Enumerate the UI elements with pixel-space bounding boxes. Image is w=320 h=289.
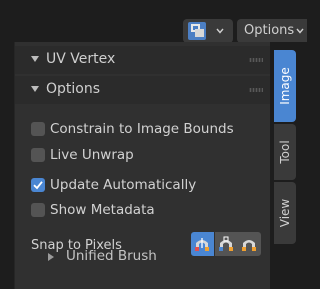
- expand-triangle-icon: [31, 86, 39, 92]
- expand-triangle-icon: [31, 56, 39, 62]
- checkbox-constrain-to-image-bounds[interactable]: Constrain to Image Bounds: [31, 120, 261, 140]
- checkbox-update-automatically[interactable]: Update Automatically: [31, 176, 261, 196]
- tab-image[interactable]: Image: [274, 50, 296, 122]
- panel-header-label: Options: [46, 81, 101, 97]
- snap-pixels-button[interactable]: [191, 232, 214, 256]
- image-editor-icon: [188, 22, 206, 40]
- snap-off-icon: [242, 240, 256, 251]
- checkmark-icon: [33, 181, 43, 190]
- snap-pixels-icon: [195, 238, 209, 251]
- checkbox-label: Constrain to Image Bounds: [50, 121, 234, 137]
- snap-corner-icon: [219, 236, 233, 251]
- panel-header-label: UV Vertex: [46, 51, 116, 67]
- checkbox-box[interactable]: [31, 178, 45, 192]
- chevron-down-icon: [216, 28, 224, 36]
- checkbox-label: Live Unwrap: [50, 147, 134, 163]
- panel-header-uv-vertex[interactable]: UV Vertex: [15, 46, 271, 74]
- sidebar-tabs: Image Tool View: [270, 42, 307, 289]
- drag-handle-icon[interactable]: [249, 88, 263, 92]
- editor-mode-dropdown[interactable]: [183, 19, 233, 43]
- area-header: Options: [0, 0, 307, 43]
- checkbox-show-metadata[interactable]: Show Metadata: [31, 201, 261, 221]
- tab-view[interactable]: View: [274, 182, 296, 244]
- checkbox-live-unwrap[interactable]: Live Unwrap: [31, 146, 261, 166]
- checkbox-box[interactable]: [31, 122, 45, 136]
- checkbox-box[interactable]: [31, 203, 45, 217]
- drag-handle-icon[interactable]: [249, 58, 263, 62]
- checkbox-label: Show Metadata: [50, 202, 155, 218]
- snap-off-button[interactable]: [238, 232, 261, 256]
- panel-header-options[interactable]: Options: [15, 76, 271, 104]
- tab-label: Image: [278, 67, 292, 105]
- checkbox-label: Update Automatically: [50, 177, 197, 193]
- sidebar-panel: UV Vertex Options Constrain to Image Bou…: [14, 42, 271, 289]
- options-dropdown-label: Options: [244, 23, 295, 38]
- tab-label: Tool: [278, 140, 292, 164]
- tab-label: View: [278, 198, 292, 228]
- tab-tool[interactable]: Tool: [274, 124, 296, 180]
- snap-corner-button[interactable]: [215, 232, 238, 256]
- checkbox-box[interactable]: [31, 148, 45, 162]
- chevron-down-icon: [296, 28, 304, 36]
- snap-to-pixels-selector: [191, 232, 261, 256]
- options-dropdown[interactable]: Options: [237, 19, 307, 43]
- collapse-triangle-icon[interactable]: [48, 253, 54, 261]
- subpanel-header-unified-brush[interactable]: Unified Brush: [66, 248, 157, 264]
